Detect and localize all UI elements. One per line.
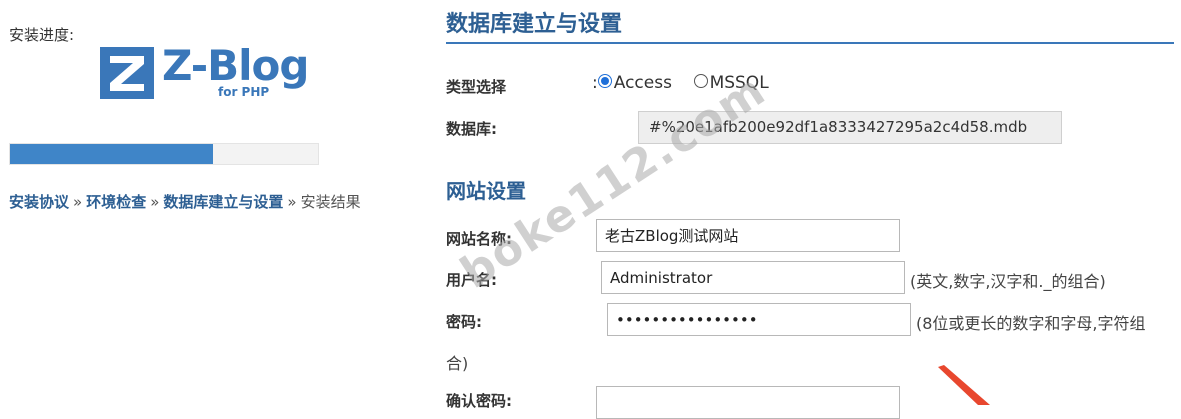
breadcrumb-separator: » — [73, 193, 83, 211]
zblog-logo: Z-Blog for PHP — [100, 41, 309, 101]
page-title: 数据库建立与设置 — [446, 6, 1174, 44]
site-settings-heading: 网站设置 — [446, 179, 526, 203]
radio-mssql-label[interactable]: MSSQL — [710, 73, 769, 93]
username-input[interactable] — [601, 261, 905, 294]
install-progress-fill — [10, 144, 214, 164]
radio-mssql[interactable] — [693, 74, 708, 88]
confirm-password-label: 确认密码: — [446, 392, 512, 410]
logo-mark — [100, 47, 154, 99]
install-progress-bar — [9, 143, 319, 165]
password-hint-cont: 合) — [446, 354, 469, 373]
site-name-label: 网站名称: — [446, 230, 512, 248]
db-path-field: #%20e1afb200e92df1a8333427295a2c4d58.mdb — [638, 111, 1062, 144]
logo-subtitle: for PHP — [218, 85, 270, 99]
install-steps-breadcrumb: 安装协议» 环境检查» 数据库建立与设置» 安装结果 — [9, 191, 361, 212]
db-type-radio-group: : Access MSSQL — [592, 73, 769, 93]
step-env-check: 环境检查 — [86, 193, 147, 211]
radio-access-label[interactable]: Access — [614, 73, 672, 93]
confirm-password-input[interactable] — [596, 386, 900, 419]
username-hint: (英文,数字,汉字和._的组合) — [910, 272, 1106, 291]
step-database: 数据库建立与设置 — [163, 193, 284, 211]
breadcrumb-separator: » — [150, 193, 160, 211]
progress-label: 安装进度: — [9, 26, 75, 44]
password-hint: (8位或更长的数字和字母,字符组 — [916, 314, 1146, 333]
db-type-label: 类型选择 — [446, 78, 507, 96]
step-result: 安装结果 — [300, 193, 361, 211]
password-input[interactable] — [607, 303, 911, 336]
username-label: 用户名: — [446, 271, 497, 289]
logo-name: Z-Blog — [162, 41, 309, 90]
db-path-label: 数据库: — [446, 120, 497, 138]
radio-access[interactable] — [597, 74, 612, 88]
password-label: 密码: — [446, 313, 482, 331]
site-name-input[interactable] — [596, 219, 900, 252]
breadcrumb-separator: » — [287, 193, 297, 211]
db-type-prefix: : — [592, 73, 598, 93]
annotation-arrow-icon — [938, 365, 990, 405]
step-license: 安装协议 — [9, 193, 70, 211]
